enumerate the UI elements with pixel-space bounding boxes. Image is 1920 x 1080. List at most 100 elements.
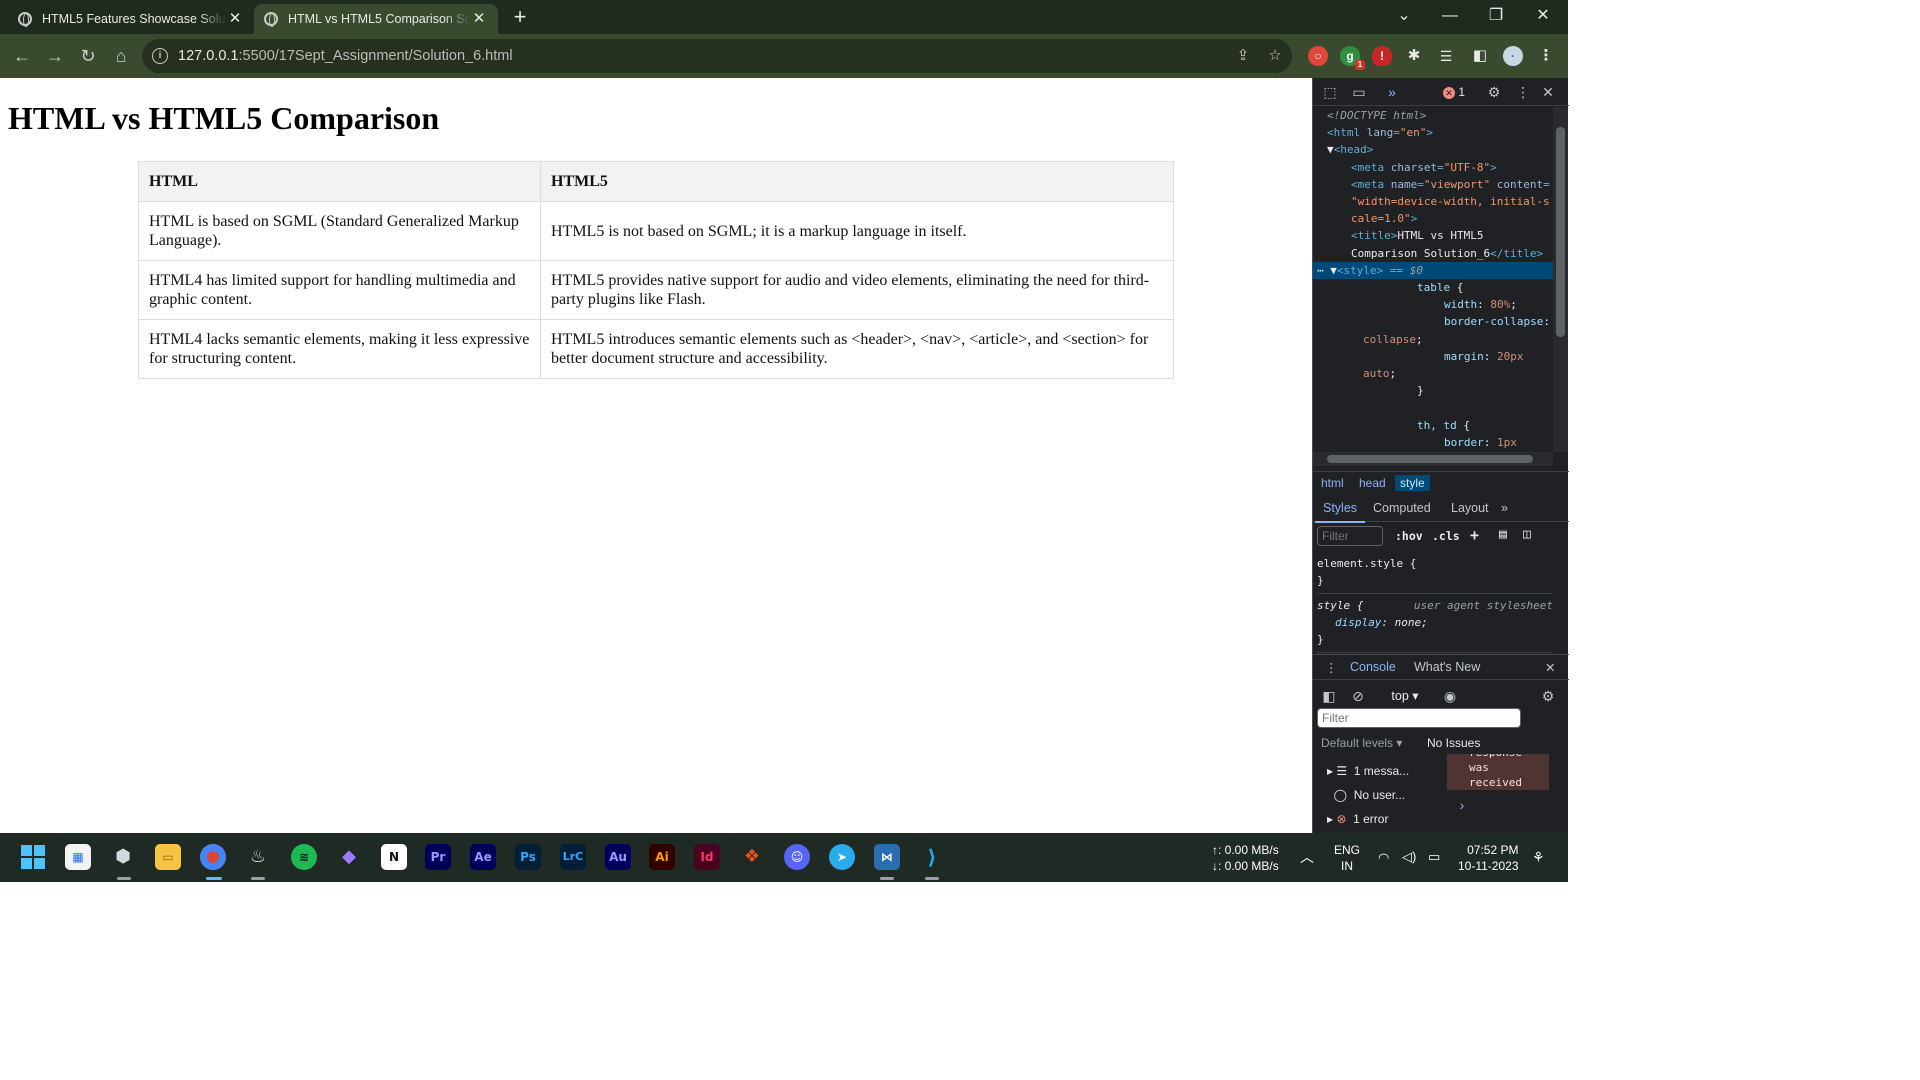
extension-grammar-icon[interactable]: g	[1340, 46, 1365, 70]
paint-brush-icon[interactable]: ▤	[1499, 527, 1507, 542]
illustrator-icon[interactable]: Ai	[649, 844, 675, 870]
elements-scrollbar[interactable]	[1553, 107, 1568, 452]
maximize-button[interactable]: ❐	[1473, 0, 1519, 34]
dom-node[interactable]: }	[1313, 382, 1553, 399]
chrome-menu-icon[interactable]: ⋮	[1536, 46, 1556, 66]
more-panels-icon[interactable]: »	[1383, 83, 1401, 101]
breadcrumb-head[interactable]: head	[1354, 475, 1391, 491]
photoshop-icon[interactable]: Ps	[515, 844, 541, 870]
notification-bell-icon[interactable]: ⚘	[1532, 849, 1545, 865]
clear-console-icon[interactable]: ⊘	[1349, 687, 1367, 705]
clock[interactable]: 07:52 PM 10-11-2023	[1458, 842, 1519, 874]
tab-layout[interactable]: Layout	[1451, 501, 1489, 515]
dom-node[interactable]: width: 80%;	[1313, 296, 1553, 313]
obsidian-icon[interactable]: ◆	[336, 844, 362, 870]
reading-list-icon[interactable]: ☰	[1436, 46, 1456, 66]
share-icon[interactable]: ⇪	[1234, 47, 1252, 65]
error-counter[interactable]: ✕ 1	[1443, 85, 1465, 99]
site-info-icon[interactable]: i	[152, 48, 168, 64]
window-close-button[interactable]: ✕	[1520, 0, 1566, 34]
forward-arrow-icon[interactable]: →	[42, 43, 68, 69]
close-icon[interactable]: ✕	[470, 10, 488, 28]
dom-node[interactable]: auto;	[1313, 365, 1553, 382]
console-prompt-chevron-icon[interactable]: ›	[1453, 796, 1471, 814]
wifi-icon[interactable]: ◠	[1378, 850, 1389, 866]
devtools-menu-icon[interactable]: ⋮	[1514, 83, 1532, 101]
dom-node[interactable]: <meta name="viewport" content=	[1313, 176, 1553, 193]
dom-node[interactable]: margin: 20px	[1313, 348, 1553, 365]
after-effects-icon[interactable]: Ae	[470, 844, 496, 870]
tab-search-chevron-icon[interactable]: ⌄	[1381, 0, 1427, 34]
tab-styles[interactable]: Styles	[1314, 501, 1366, 523]
windows-start-icon[interactable]	[20, 844, 46, 870]
close-devtools-icon[interactable]: ✕	[1539, 83, 1557, 101]
breadcrumb-style[interactable]: style	[1395, 475, 1430, 491]
new-rule-plus-icon[interactable]: +	[1470, 526, 1479, 544]
settings-gear-icon[interactable]: ⚙	[1485, 83, 1503, 101]
show-hidden-icons-chevron-icon[interactable]: ︿	[1300, 849, 1314, 865]
breadcrumb-html[interactable]: html	[1316, 475, 1349, 491]
file-explorer-icon[interactable]: ▭	[155, 844, 181, 870]
figma-icon[interactable]: ❖	[739, 844, 765, 870]
extensions-puzzle-icon[interactable]: ✱	[1404, 46, 1424, 66]
context-selector[interactable]: top ▾	[1385, 687, 1425, 705]
dom-node[interactable]: "width=device-width, initial-s	[1313, 193, 1553, 210]
console-filter-input[interactable]	[1317, 708, 1521, 728]
audition-icon[interactable]: Au	[605, 844, 631, 870]
spotify-icon[interactable]: ≋	[291, 844, 317, 870]
sidebar-item-messages[interactable]: ▸ ☰ 1 messa...	[1327, 764, 1409, 778]
network-speed-widget[interactable]: ↑: 0.00 MB/s ↓: 0.00 MB/s	[1212, 842, 1279, 874]
dom-node[interactable]: <!DOCTYPE html>	[1313, 107, 1553, 124]
new-tab-button[interactable]: +	[508, 6, 532, 30]
premiere-icon[interactable]: Pr	[425, 844, 451, 870]
close-drawer-icon[interactable]: ✕	[1545, 660, 1555, 675]
vscode-icon[interactable]: ⟩	[919, 844, 945, 870]
app-hexagon-icon[interactable]: ⬢	[110, 844, 136, 870]
console-sidebar-icon[interactable]: ◧	[1320, 687, 1338, 705]
reload-icon[interactable]: ↻	[75, 43, 101, 69]
volume-icon[interactable]: ◁)	[1402, 849, 1416, 865]
tab-computed[interactable]: Computed	[1373, 501, 1431, 515]
dom-node[interactable]: th, td {	[1313, 417, 1553, 434]
tab-whats-new[interactable]: What's New	[1414, 660, 1480, 674]
dom-node-selected[interactable]: ⋯ ▼<style> == $0	[1313, 261, 1553, 280]
profile-avatar[interactable]: ·	[1503, 46, 1523, 66]
store-icon[interactable]: ▦	[65, 844, 91, 870]
default-levels-dropdown[interactable]: Default levels ▾	[1321, 736, 1402, 750]
minimize-button[interactable]: —	[1427, 0, 1473, 34]
tab-html5-features[interactable]: HTML5 Features Showcase Solution ✕	[8, 4, 254, 34]
extension-shield-icon[interactable]: !	[1372, 46, 1392, 66]
extension-record-icon[interactable]: ○	[1308, 46, 1328, 66]
indesign-icon[interactable]: Id	[694, 844, 720, 870]
dom-node[interactable]: ▼<head>	[1313, 141, 1553, 158]
elements-horizontal-scrollbar[interactable]	[1313, 452, 1553, 466]
scroll-thumb[interactable]	[1556, 127, 1565, 337]
hover-state-button[interactable]: :hov	[1395, 529, 1423, 543]
drawer-menu-icon[interactable]: ⋮	[1325, 660, 1338, 675]
live-expression-eye-icon[interactable]: ◉	[1441, 687, 1459, 705]
styles-filter-input[interactable]	[1317, 526, 1383, 546]
dom-node[interactable]: border-collapse:	[1313, 313, 1553, 330]
dom-node[interactable]: <html lang="en">	[1313, 124, 1553, 141]
home-icon[interactable]: ⌂	[108, 43, 134, 69]
dom-node[interactable]: <meta charset="UTF-8">	[1313, 159, 1553, 176]
device-toolbar-icon[interactable]: ▭	[1350, 83, 1368, 101]
tab-html-vs-html5[interactable]: HTML vs HTML5 Comparison Solution_6 ✕	[254, 4, 498, 34]
battery-icon[interactable]: ▭	[1428, 849, 1440, 865]
tab-console[interactable]: Console	[1350, 660, 1396, 674]
telegram-icon[interactable]: ➤	[829, 844, 855, 870]
close-icon[interactable]: ✕	[226, 10, 244, 28]
elements-tree[interactable]: <!DOCTYPE html> <html lang="en"> ▼<head>…	[1313, 107, 1553, 452]
toggle-sidebar-icon[interactable]: ◫	[1523, 527, 1531, 542]
issues-status[interactable]: No Issues	[1427, 736, 1480, 750]
back-arrow-icon[interactable]: ←	[9, 43, 35, 69]
more-tabs-icon[interactable]: »	[1501, 501, 1508, 515]
dom-node[interactable]: cale=1.0">	[1313, 210, 1553, 227]
inspect-element-icon[interactable]: ⬚	[1321, 83, 1339, 101]
class-toggle-button[interactable]: .cls	[1432, 529, 1460, 543]
dom-node[interactable]: table {	[1313, 279, 1553, 296]
notion-icon[interactable]: N	[381, 844, 407, 870]
sidebar-item-user-messages[interactable]: ◯ No user...	[1327, 788, 1405, 802]
dom-node[interactable]: collapse;	[1313, 331, 1553, 348]
address-bar[interactable]: i 127.0.0.1:5500/17Sept_Assignment/Solut…	[142, 39, 1292, 73]
